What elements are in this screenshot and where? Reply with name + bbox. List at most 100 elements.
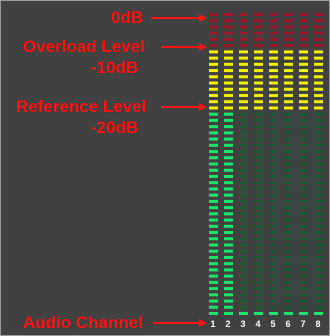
zero-db-label: 0dB — [111, 8, 144, 27]
meter-segment — [284, 93, 293, 97]
meter-segment — [299, 212, 308, 216]
meter-segment — [224, 69, 233, 73]
meter-segment — [299, 262, 308, 266]
overload-level-arrow — [161, 43, 207, 51]
meter-segment — [314, 293, 323, 297]
meter-segment — [224, 249, 233, 253]
meter-segment — [209, 268, 218, 272]
meter-segment — [224, 305, 233, 309]
meter-segment — [314, 255, 323, 259]
meter-segment — [284, 50, 293, 54]
meter-segment — [284, 156, 293, 160]
meter-segment — [239, 162, 248, 166]
meter-segment — [284, 312, 293, 315]
meter-segment — [269, 100, 278, 104]
meter-segment — [254, 31, 263, 35]
meter-segment — [314, 199, 323, 203]
meter-channel-4 — [254, 13, 263, 315]
meter-segment — [314, 243, 323, 247]
audio-channel-label: Audio Channel — [23, 313, 143, 332]
meter-segment — [209, 212, 218, 216]
channel-number-5: 5 — [270, 319, 276, 329]
meter-segment — [314, 112, 323, 116]
meter-segment — [239, 75, 248, 79]
meter-segment — [269, 31, 278, 35]
meter-segment — [224, 125, 233, 129]
meter-segment — [209, 168, 218, 172]
meter-segment — [269, 50, 278, 54]
meter-segment — [269, 87, 278, 91]
meter-segment — [239, 13, 248, 16]
meter-segment — [239, 312, 248, 315]
meter-segment — [239, 287, 248, 291]
meter-segment — [269, 274, 278, 278]
meter-segment — [314, 150, 323, 154]
meter-segment — [299, 75, 308, 79]
meter-segment — [314, 131, 323, 135]
meter-segment — [239, 50, 248, 54]
meter-segment — [284, 131, 293, 135]
meter-segment — [239, 224, 248, 228]
meter-segment — [284, 181, 293, 185]
meter-segment — [299, 37, 308, 41]
meter-segment — [224, 75, 233, 79]
meter-segment — [224, 187, 233, 191]
meter-segment — [269, 13, 278, 16]
meter-segment — [314, 19, 323, 23]
meter-segment — [314, 168, 323, 172]
meter-segment — [239, 81, 248, 85]
meter-segment — [254, 13, 263, 16]
meter-segment — [299, 312, 308, 315]
meter-segment — [239, 19, 248, 23]
channel-number-8: 8 — [315, 319, 321, 329]
meter-segment — [284, 137, 293, 141]
meter-segment — [314, 137, 323, 141]
meter-segment — [239, 156, 248, 160]
channel-number-7: 7 — [300, 319, 306, 329]
meter-channel-5 — [269, 13, 278, 315]
meter-segment — [254, 143, 263, 147]
meter-segment — [314, 143, 323, 147]
meter-segment — [254, 187, 263, 191]
meter-segment — [254, 125, 263, 129]
meter-segment — [269, 62, 278, 66]
meter-segment — [239, 31, 248, 35]
meter-segment — [284, 224, 293, 228]
meter-segment — [314, 218, 323, 222]
meter-segment — [224, 206, 233, 210]
meter-segment — [284, 62, 293, 66]
meter-segment — [254, 44, 263, 48]
meter-segment — [299, 181, 308, 185]
meter-segment — [299, 249, 308, 253]
meter-segment — [284, 37, 293, 41]
meter-segment — [269, 137, 278, 141]
meter-segment — [224, 44, 233, 48]
meter-segment — [284, 100, 293, 104]
meter-segment — [299, 13, 308, 16]
zero-db-arrow — [151, 14, 207, 22]
meter-segment — [224, 118, 233, 122]
meter-segment — [224, 25, 233, 29]
meter-segment — [239, 299, 248, 303]
meter-segment — [299, 199, 308, 203]
meter-segment — [239, 174, 248, 178]
meter-segment — [224, 37, 233, 41]
overload-db-label: -10dB — [91, 58, 139, 77]
meter-segment — [314, 81, 323, 85]
overload-level-label: Overload Level — [23, 37, 145, 56]
meter-segment — [239, 237, 248, 241]
meter-segment — [314, 44, 323, 48]
meter-segment — [269, 249, 278, 253]
meter-segment — [254, 299, 263, 303]
meter-segment — [314, 162, 323, 166]
meter-segment — [314, 249, 323, 253]
meter-segment — [239, 44, 248, 48]
meter-segment — [284, 231, 293, 235]
meter-segment — [209, 312, 218, 315]
meter-segment — [209, 249, 218, 253]
meter-segment — [314, 224, 323, 228]
reference-level-arrow — [161, 103, 207, 111]
meter-segment — [224, 287, 233, 291]
meter-channel-1 — [209, 13, 218, 315]
meter-segment — [269, 37, 278, 41]
